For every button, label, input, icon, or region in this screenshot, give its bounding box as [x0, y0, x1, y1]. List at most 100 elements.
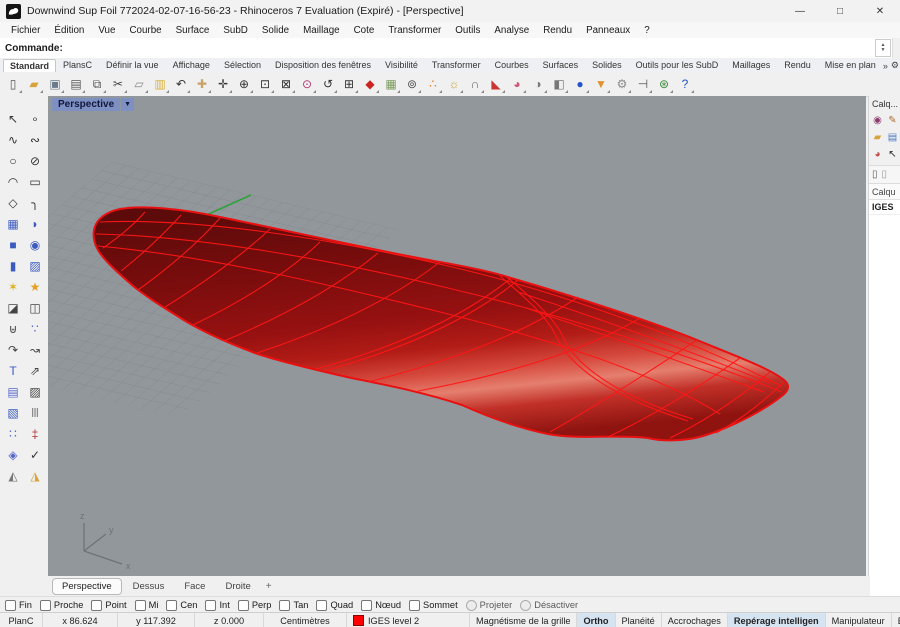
panel-notes-icon[interactable]: ▤ [885, 130, 900, 144]
command-input[interactable] [63, 38, 875, 58]
viewport-layout-icon[interactable]: ⊞ [339, 74, 359, 94]
panel-select-arrow-icon[interactable]: ↖ [885, 147, 900, 161]
status-current-layer[interactable]: IGES level 2 [347, 613, 470, 627]
osnap-mi[interactable]: Mi [135, 600, 159, 611]
menu-surface[interactable]: Surface [169, 25, 217, 36]
tab-solides[interactable]: Solides [585, 58, 629, 72]
circle-icon[interactable]: ○ [2, 150, 24, 171]
status-y-coord[interactable]: y 117.392 [118, 613, 195, 627]
osnap-int[interactable]: Int [205, 600, 229, 611]
dimension-icon[interactable]: ‡ [24, 423, 46, 444]
viewport-tab-dessus[interactable]: Dessus [124, 579, 174, 594]
osnap-noeud[interactable]: Nœud [361, 600, 401, 611]
status-units[interactable]: Centimètres [264, 613, 347, 627]
split-icon[interactable]: ◫ [24, 297, 46, 318]
ellipse-icon[interactable]: ⊘ [24, 150, 46, 171]
tab-overflow-chevron-icon[interactable]: » [883, 61, 888, 71]
tab-options-gear-icon[interactable]: ⚙ [891, 60, 899, 71]
3d-scene[interactable]: z y x [48, 96, 866, 576]
polygon-icon[interactable]: ◇ [2, 192, 24, 213]
zoom-extents-icon[interactable]: ⊠ [276, 74, 296, 94]
status-grid-snap[interactable]: Magnétisme de la grille [470, 613, 577, 627]
extend-curve-icon[interactable]: ↝ [24, 339, 46, 360]
open-file-icon[interactable]: ▰ [24, 74, 44, 94]
panel-pen-icon[interactable]: ✎ [885, 113, 900, 127]
lock-icon[interactable]: ∩ [465, 74, 485, 94]
tab-standard[interactable]: Standard [3, 59, 56, 72]
array-grid-icon[interactable]: ∷ [2, 423, 24, 444]
status-cplane[interactable]: PlanC [0, 613, 43, 627]
maximize-button[interactable]: □ [820, 0, 860, 22]
copy-icon[interactable]: ▱ [129, 74, 149, 94]
print-icon[interactable]: ▤ [66, 74, 86, 94]
trim-icon[interactable]: ◪ [2, 297, 24, 318]
menu-aide[interactable]: ? [637, 25, 656, 36]
tab-surfaces[interactable]: Surfaces [536, 58, 586, 72]
color-wheel-icon[interactable]: ◕ [507, 74, 527, 94]
osnap-fin[interactable]: Fin [5, 600, 32, 611]
new-sublayer-icon[interactable]: ▯ [882, 169, 888, 180]
cplane-icon[interactable]: ⊚ [402, 74, 422, 94]
gears-icon[interactable]: ⚙ [612, 74, 632, 94]
group-icon[interactable]: ∵ [24, 318, 46, 339]
menu-cote[interactable]: Cote [347, 25, 382, 36]
lamp-icon[interactable]: ☼ [444, 74, 464, 94]
menu-outils[interactable]: Outils [448, 25, 487, 36]
layer-row-iges[interactable]: IGES [869, 200, 900, 215]
undo-view-icon[interactable]: ↺ [318, 74, 338, 94]
shaded-sphere-icon[interactable]: ◑ [528, 74, 548, 94]
status-osnap[interactable]: Accrochages [662, 613, 728, 627]
surface-loft-icon[interactable]: ◗ [24, 213, 46, 234]
osnap-proche[interactable]: Proche [40, 600, 83, 611]
shaded-box-icon[interactable]: ◧ [549, 74, 569, 94]
pyramid-icon[interactable]: ◮ [24, 465, 46, 486]
tab-outils-pour-les-subd[interactable]: Outils pour les SubD [629, 58, 726, 72]
arc-icon[interactable]: ◠ [2, 171, 24, 192]
car-display-icon[interactable]: ◆ [360, 74, 380, 94]
array-linear-icon[interactable]: Ⅲ [24, 402, 46, 423]
help-icon[interactable]: ? [675, 74, 695, 94]
osnap-projeter[interactable]: Projeter [466, 600, 513, 611]
rotate-view-icon[interactable]: ✛ [213, 74, 233, 94]
menu-edition[interactable]: Édition [47, 25, 91, 36]
checkbox[interactable] [409, 600, 420, 611]
radio-button[interactable] [466, 600, 477, 611]
status-planar[interactable]: Planéité [616, 613, 662, 627]
cylinder-icon[interactable]: ▮ [2, 255, 24, 276]
board-hull[interactable] [94, 207, 788, 440]
status-z-coord[interactable]: z 0.000 [195, 613, 264, 627]
menu-panneaux[interactable]: Panneaux [579, 25, 637, 36]
tab-disposition-des-fenetres[interactable]: Disposition des fenêtres [268, 58, 378, 72]
cut-icon[interactable]: ✂ [108, 74, 128, 94]
points-icon[interactable]: ∴ [423, 74, 443, 94]
box-icon[interactable]: ■ [2, 234, 24, 255]
surface-grid-icon[interactable]: ▦ [2, 213, 24, 234]
blocks-icon[interactable]: ▤ [2, 381, 24, 402]
status-smarttrack[interactable]: Repérage intelligen [728, 613, 826, 627]
tab-transformer[interactable]: Transformer [425, 58, 488, 72]
move-icon[interactable]: ⇗ [24, 360, 46, 381]
status-record-history[interactable]: Enregistrer l'historique [892, 613, 900, 627]
zoom-in-icon[interactable]: ⊕ [234, 74, 254, 94]
tab-mise-en-plan[interactable]: Mise en plan [818, 58, 883, 72]
menu-rendu[interactable]: Rendu [536, 25, 579, 36]
map-icon[interactable]: ▦ [381, 74, 401, 94]
layers-list-area[interactable] [869, 215, 900, 612]
menu-transformer[interactable]: Transformer [381, 25, 448, 36]
tab-courbes[interactable]: Courbes [488, 58, 536, 72]
sphere-icon[interactable]: ◉ [24, 234, 46, 255]
checkbox[interactable] [205, 600, 216, 611]
perspective-viewport[interactable]: Perspective ▼ [48, 96, 866, 576]
sup-board-model[interactable] [94, 207, 788, 440]
checkbox[interactable] [279, 600, 290, 611]
close-button[interactable]: ✕ [860, 0, 900, 22]
osnap-perp[interactable]: Perp [238, 600, 272, 611]
mesh-icon[interactable]: ◭ [2, 465, 24, 486]
checkbox[interactable] [135, 600, 146, 611]
osnap-cen[interactable]: Cen [166, 600, 197, 611]
menu-vue[interactable]: Vue [91, 25, 122, 36]
join-icon[interactable]: ⊎ [2, 318, 24, 339]
spinner-down-icon[interactable]: ▼ [881, 48, 886, 53]
text-icon[interactable]: T [2, 360, 24, 381]
pan-hand-icon[interactable]: ✚ [192, 74, 212, 94]
